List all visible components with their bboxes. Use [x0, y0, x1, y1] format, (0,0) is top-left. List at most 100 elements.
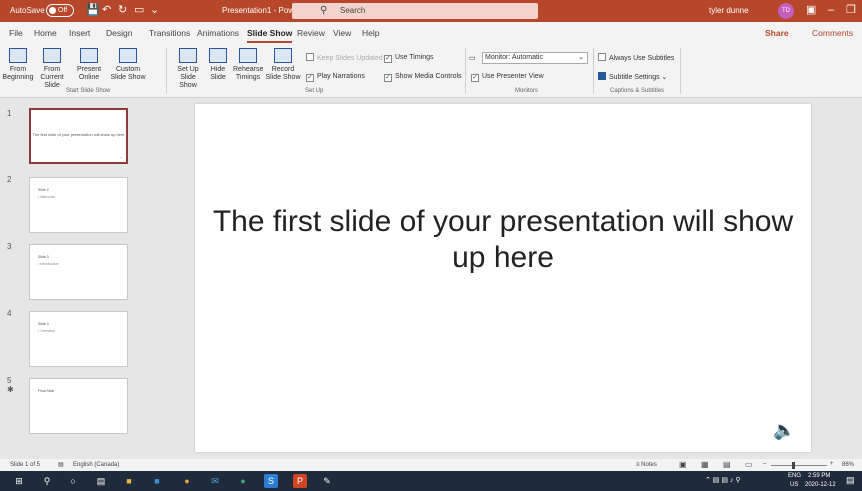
slide-number: 4 [7, 309, 12, 318]
group-start-label: Start Slide Show [66, 88, 111, 94]
tab-review[interactable]: Review [297, 28, 325, 38]
slide-thumbnail-2[interactable]: Slide 2 • Welcome [29, 177, 128, 233]
clock-date[interactable]: 2020-12-12 [805, 482, 836, 488]
rehearse-button[interactable]: Rehearse Timings [233, 48, 263, 82]
chrome-icon[interactable]: ● [180, 474, 194, 488]
store-icon[interactable]: ■ [150, 474, 164, 488]
checkmark-icon: ✓ [471, 74, 479, 82]
show-media-checkbox[interactable]: ✓ Show Media Controls [384, 72, 462, 82]
use-timings-checkbox[interactable]: ✓ Use Timings [384, 53, 434, 63]
checkbox-icon [306, 53, 314, 61]
slide-thumbnail-3[interactable]: Slide 3 • Introduction [29, 244, 128, 300]
from-beginning-button[interactable]: From Beginning [2, 48, 34, 82]
from-current-button[interactable]: From Current Slide [34, 48, 70, 90]
search-icon[interactable]: ⚲ [40, 474, 54, 488]
windows-start-icon[interactable]: ⊞ [12, 474, 26, 488]
hide-slide-icon [209, 48, 227, 63]
customize-qat-icon[interactable]: ⌄ [150, 4, 159, 16]
avatar[interactable]: TD [778, 3, 794, 19]
reading-view-icon[interactable]: ▤ [723, 460, 731, 469]
ribbon-tabs: File Home Insert Design Transitions Anim… [0, 22, 862, 44]
subtitle-settings-button[interactable]: Subtitle Settings ⌄ [598, 72, 667, 82]
zoom-slider[interactable] [771, 465, 827, 466]
autosave-toggle[interactable]: Off [46, 4, 74, 17]
tab-transitions[interactable]: Transitions [149, 28, 190, 38]
edge-icon[interactable]: ● [236, 474, 250, 488]
restore-icon[interactable]: ❐ [846, 3, 856, 17]
tab-design[interactable]: Design [106, 28, 132, 38]
slide-canvas[interactable]: The first slide of your presentation wil… [195, 104, 811, 452]
tray-icons[interactable]: ⌃ ▤ ▤ ♪ ⚲ [705, 476, 741, 484]
mail-icon[interactable]: ✉ [208, 474, 222, 488]
record-button[interactable]: Record Slide Show [265, 48, 301, 82]
ribbon: From Beginning From Current Slide Presen… [0, 44, 862, 98]
checkbox-icon [598, 53, 606, 61]
slide-thumbnail-1[interactable]: The first slide of your presentation wil… [29, 108, 128, 164]
skype-icon[interactable]: S [264, 474, 278, 488]
slide-number: 5 [7, 376, 12, 385]
hide-slide-button[interactable]: Hide Slide [207, 48, 229, 82]
slideshow-view-icon[interactable]: ▭ [745, 460, 753, 469]
minimize-icon[interactable]: – [828, 3, 834, 17]
undo-icon[interactable]: ↶ [102, 4, 111, 16]
file-explorer-icon[interactable]: ■ [122, 474, 136, 488]
separator [465, 48, 466, 94]
search-icon: ⚲ [320, 5, 328, 16]
tab-help[interactable]: Help [362, 28, 379, 38]
tab-slide-show[interactable]: Slide Show [247, 28, 293, 43]
custom-show-button[interactable]: Custom Slide Show [108, 48, 148, 82]
language-indicator[interactable]: ENG [788, 473, 801, 479]
powerpoint-icon[interactable]: P [293, 474, 307, 488]
zoom-slider-thumb[interactable] [792, 462, 795, 469]
slideshow-icon [9, 48, 27, 63]
region-indicator[interactable]: US [790, 482, 798, 488]
speaker-icon[interactable]: 🔈 [773, 420, 795, 441]
cortana-icon[interactable]: ○ [66, 474, 80, 488]
slide-title-text[interactable]: The first slide of your presentation wil… [195, 204, 811, 276]
tab-file[interactable]: File [9, 28, 23, 38]
play-narrations-checkbox[interactable]: ✓ Play Narrations [306, 72, 365, 82]
redo-icon[interactable]: ↻ [118, 4, 127, 16]
share-button[interactable]: Share [765, 28, 789, 38]
notifications-icon[interactable]: ▤ [846, 475, 855, 486]
search-placeholder: Search [340, 6, 366, 15]
presenter-view-checkbox[interactable]: ✓ Use Presenter View [471, 72, 544, 82]
slideshow-current-icon [43, 48, 61, 63]
tab-view[interactable]: View [333, 28, 351, 38]
checkmark-icon: ✓ [384, 55, 392, 63]
zoom-in-icon[interactable]: + [830, 461, 834, 467]
language[interactable]: English (Canada) [73, 462, 119, 468]
separator [680, 48, 681, 94]
tab-insert[interactable]: Insert [69, 28, 90, 38]
tab-home[interactable]: Home [34, 28, 57, 38]
ribbon-display-icon[interactable]: ▣ [806, 3, 816, 17]
subtitle-icon [598, 72, 606, 80]
search-box[interactable]: ⚲ Search [292, 3, 538, 19]
user-name[interactable]: tyler dunne [709, 6, 749, 15]
zoom-level[interactable]: 86% [842, 462, 854, 468]
notes-button[interactable]: ≡ Notes [636, 462, 657, 468]
always-subtitles-checkbox[interactable]: Always Use Subtitles [598, 53, 674, 63]
slide-sorter-icon[interactable]: ▦ [701, 460, 709, 469]
keep-updated-checkbox: Keep Slides Updated [306, 53, 383, 63]
slide-thumbnail-5[interactable]: Final Slide [29, 378, 128, 434]
slide-thumbnail-4[interactable]: Slide 4 • Overview [29, 311, 128, 367]
zoom-out-icon[interactable]: – [763, 461, 766, 467]
save-icon[interactable]: 💾 [86, 4, 100, 16]
separator [166, 48, 167, 94]
clock-time[interactable]: 2:59 PM [808, 473, 830, 479]
set-up-button[interactable]: Set Up Slide Show [171, 48, 205, 90]
autosave-label: AutoSave [10, 6, 45, 15]
normal-view-icon[interactable]: ▣ [679, 460, 687, 469]
spellcheck-icon[interactable]: ▤ [58, 461, 64, 468]
task-view-icon[interactable]: ▤ [94, 474, 108, 488]
tab-animations[interactable]: Animations [197, 28, 239, 38]
group-captions-label: Captions & Subtitles [610, 88, 665, 94]
paint-icon[interactable]: ✎ [320, 474, 334, 488]
custom-show-icon [119, 48, 137, 63]
group-setup-label: Set Up [305, 88, 324, 94]
start-from-beginning-icon[interactable]: ▭ [134, 4, 144, 16]
present-online-button[interactable]: Present Online [72, 48, 106, 82]
monitor-dropdown[interactable]: Monitor: Automatic ⌄ [482, 52, 588, 64]
comments-button[interactable]: Comments [812, 28, 853, 38]
